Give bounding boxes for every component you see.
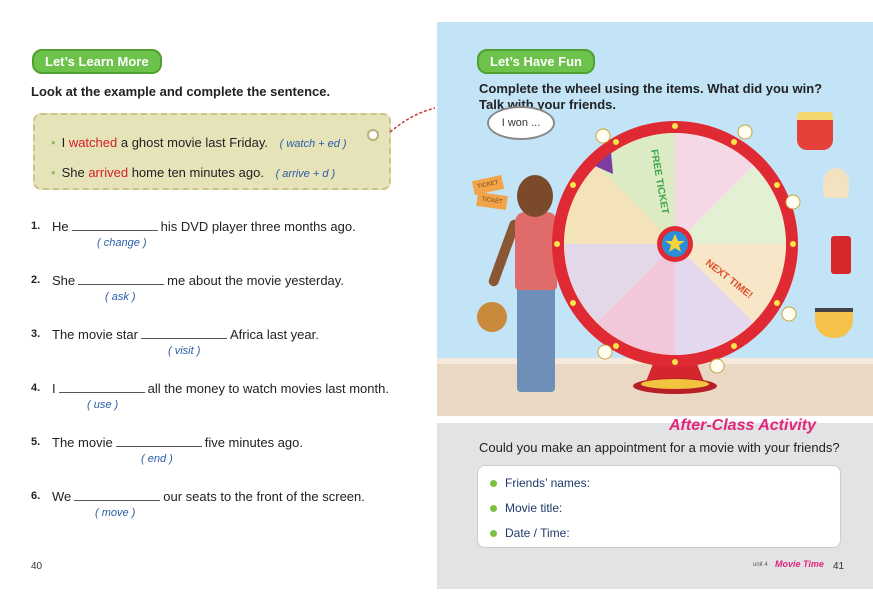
question-hint: ( end )	[141, 453, 173, 465]
question-before: We	[52, 489, 72, 504]
bullet-icon	[490, 530, 497, 538]
page-number-right: 41	[833, 561, 845, 572]
answer-blank[interactable]	[71, 219, 158, 231]
bullet-icon	[490, 505, 497, 513]
question-after: his DVD player three months ago.	[160, 219, 356, 234]
question-before: The movie star	[52, 327, 138, 342]
tag-string-icon	[389, 107, 436, 133]
instruction-right-line1: Complete the wheel using the items. What…	[479, 81, 823, 96]
section-title-have-fun: Let’s Have Fun	[477, 49, 595, 74]
example-pre: I	[61, 135, 66, 150]
question-hint: ( ask )	[105, 291, 136, 303]
question-before: She	[52, 273, 76, 288]
ice-cream-icon	[823, 168, 849, 198]
question-after: our seats to the front of the screen.	[163, 489, 365, 504]
after-class-question: Could you make an appointment for a movi…	[479, 440, 840, 455]
popcorn-icon	[797, 112, 833, 150]
question-number: 5.	[31, 436, 41, 448]
answer-blank[interactable]	[140, 327, 227, 339]
question-hint: ( change )	[97, 237, 147, 249]
prize-wheel[interactable]: FREE TICKET NEXT TIME!	[545, 114, 801, 404]
question-before: The movie	[52, 435, 113, 450]
bullet-icon: •	[51, 165, 56, 180]
field-movie-title[interactable]: Movie title:	[490, 501, 562, 515]
unit-title: Movie Time	[775, 559, 824, 569]
question-before: He	[52, 219, 69, 234]
question-after: five minutes ago.	[204, 435, 303, 450]
question-hint: ( visit )	[168, 345, 201, 357]
tag-hole	[367, 129, 379, 141]
question-hint: ( use )	[87, 399, 119, 411]
answer-blank[interactable]	[78, 273, 165, 285]
example-tag: • I watched a ghost movie last Friday. ( …	[33, 113, 391, 190]
left-page: Let’s Learn More Look at the example and…	[0, 0, 437, 612]
bullet-icon: •	[51, 135, 56, 150]
field-label: Movie title:	[505, 501, 563, 515]
right-page: Let’s Have Fun Complete the wheel using …	[437, 0, 873, 612]
field-label: Date / Time:	[505, 526, 570, 540]
question-number: 3.	[31, 328, 41, 340]
example-verb: watched	[68, 135, 118, 150]
bullet-icon	[490, 480, 497, 488]
field-label: Friends’ names:	[505, 476, 590, 490]
instruction-left: Look at the example and complete the sen…	[31, 84, 331, 99]
example-post: a ghost movie last Friday.	[120, 135, 269, 150]
example-verb: arrived	[88, 165, 129, 180]
question-number: 6.	[31, 490, 41, 502]
answer-blank[interactable]	[115, 435, 202, 447]
answer-blank[interactable]	[58, 381, 145, 393]
question-before: I	[52, 381, 56, 396]
field-date-time[interactable]: Date / Time:	[490, 526, 570, 540]
after-class-title: After-Class Activity	[669, 417, 817, 434]
question-hint: ( move )	[95, 507, 136, 519]
example-line-2: • She arrived home ten minutes ago. ( arr…	[51, 165, 335, 180]
unit-label: unit 4	[753, 562, 768, 568]
page-number-left: 40	[31, 561, 43, 572]
question-number: 1.	[31, 220, 41, 232]
question-number: 4.	[31, 382, 41, 394]
example-line-1: • I watched a ghost movie last Friday. ( …	[51, 135, 347, 150]
question-after: Africa last year.	[229, 327, 319, 342]
answer-blank[interactable]	[74, 489, 161, 501]
example-hint: ( watch + ed )	[279, 138, 347, 150]
field-friends-names[interactable]: Friends’ names:	[490, 476, 590, 490]
question-after: me about the movie yesterday.	[167, 273, 344, 288]
example-hint: ( arrive + d )	[275, 168, 336, 180]
question-number: 2.	[31, 274, 41, 286]
section-title-learn-more: Let’s Learn More	[32, 49, 162, 74]
example-post: home ten minutes ago.	[131, 165, 264, 180]
appointment-card: Friends’ names: Movie title: Date / Time…	[477, 465, 841, 548]
question-after: all the money to watch movies last month…	[147, 381, 389, 396]
soda-cup-icon	[831, 236, 851, 274]
pretzel-bowl-icon	[477, 302, 507, 332]
example-pre: She	[61, 165, 85, 180]
